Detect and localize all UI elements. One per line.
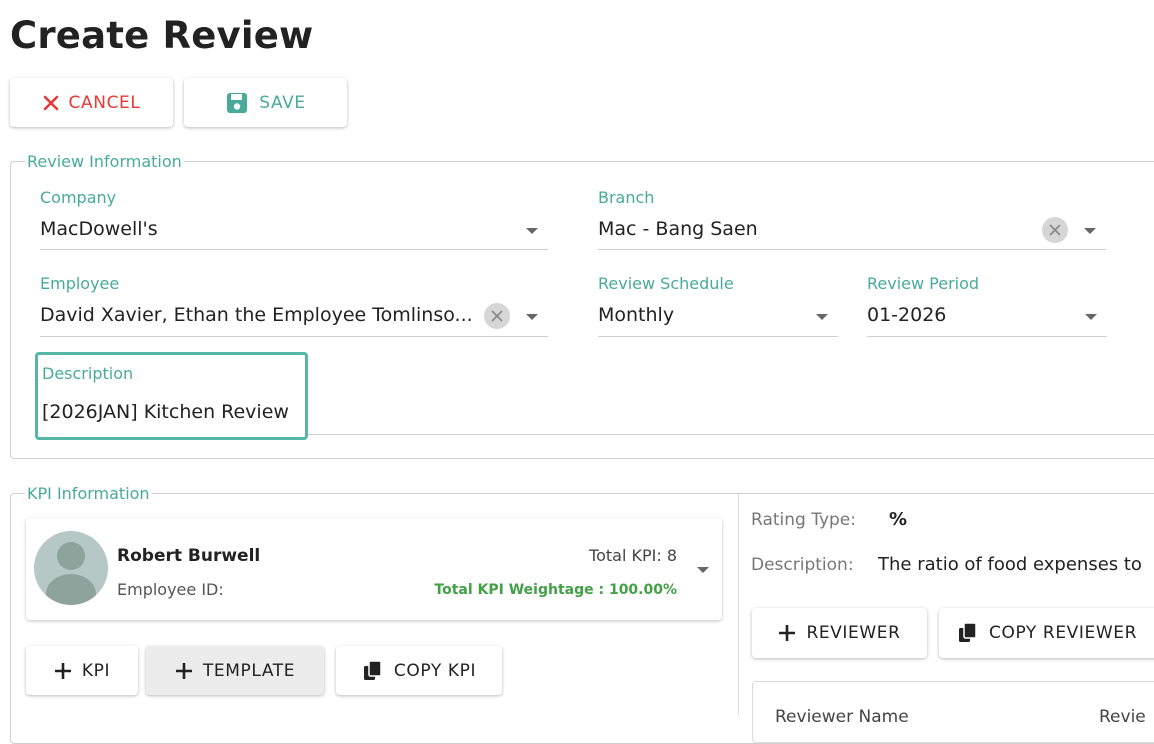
chevron-down-icon[interactable]	[697, 567, 709, 573]
kpi-description-value: The ratio of food expenses to	[878, 554, 1142, 575]
floppy-disk-icon	[225, 91, 249, 115]
copy-reviewer-label: COPY REVIEWER	[989, 623, 1138, 643]
copy-icon	[957, 622, 979, 644]
close-icon	[43, 95, 59, 111]
plus-icon	[778, 624, 796, 642]
review-period-label: Review Period	[867, 274, 980, 293]
employee-select[interactable]: Employee David Xavier, Ethan the Employe…	[40, 274, 548, 337]
branch-value: Mac - Bang Saen	[598, 218, 758, 240]
reviewer-table: Reviewer Name Revie	[752, 681, 1154, 743]
chevron-down-icon[interactable]	[526, 228, 538, 234]
kpi-information-legend: KPI Information	[27, 484, 150, 503]
review-period-select[interactable]: Review Period 01-2026	[867, 274, 1107, 337]
description-value[interactable]: [2026JAN] Kitchen Review	[42, 401, 289, 423]
save-label: SAVE	[259, 92, 306, 113]
plus-icon	[54, 662, 72, 680]
copy-reviewer-button[interactable]: COPY REVIEWER	[939, 608, 1154, 658]
company-value: MacDowell's	[40, 218, 158, 240]
rating-type-label: Rating Type:	[751, 510, 856, 530]
reviewer-name-header: Reviewer Name	[775, 707, 909, 727]
copy-icon	[362, 659, 384, 682]
employee-id-label: Employee ID:	[117, 580, 224, 599]
page-title: Create Review	[10, 14, 314, 57]
review-information-legend: Review Information	[27, 152, 182, 171]
cancel-label: CANCEL	[68, 92, 141, 113]
company-select[interactable]: Company MacDowell's	[40, 188, 548, 250]
review-column-header: Revie	[1099, 707, 1146, 727]
copy-kpi-label: COPY KPI	[393, 660, 477, 681]
add-template-button[interactable]: TEMPLATE	[146, 646, 324, 695]
clear-icon[interactable]	[484, 303, 510, 329]
save-button[interactable]: SAVE	[184, 78, 347, 127]
employee-card[interactable]: Robert Burwell Employee ID: Total KPI: 8…	[26, 518, 722, 620]
copy-kpi-button[interactable]: COPY KPI	[336, 646, 502, 695]
cancel-button[interactable]: CANCEL	[10, 78, 173, 127]
total-kpi-weightage: Total KPI Weightage : 100.00%	[434, 582, 677, 598]
plus-icon	[175, 662, 193, 680]
employee-value: David Xavier, Ethan the Employee Tomlins…	[40, 304, 473, 326]
branch-select[interactable]: Branch Mac - Bang Saen	[598, 188, 1106, 250]
company-label: Company	[40, 188, 117, 207]
clear-icon[interactable]	[1042, 217, 1068, 243]
chevron-down-icon[interactable]	[816, 314, 828, 320]
total-kpi: Total KPI: 8	[589, 546, 677, 565]
branch-label: Branch	[598, 188, 655, 207]
add-kpi-button[interactable]: KPI	[26, 646, 138, 695]
description-label: Description	[42, 364, 134, 383]
add-reviewer-label: REVIEWER	[806, 623, 901, 643]
kpi-divider	[738, 494, 739, 715]
employee-name: Robert Burwell	[117, 546, 261, 566]
employee-label: Employee	[40, 274, 120, 293]
rating-type-value: %	[889, 509, 908, 530]
review-schedule-value: Monthly	[598, 304, 675, 326]
add-kpi-label: KPI	[81, 660, 111, 681]
review-schedule-label: Review Schedule	[598, 274, 734, 293]
avatar	[34, 531, 108, 605]
review-period-value: 01-2026	[867, 304, 947, 326]
kpi-description-label: Description:	[751, 555, 854, 575]
chevron-down-icon[interactable]	[1084, 228, 1096, 234]
chevron-down-icon[interactable]	[1085, 314, 1097, 320]
chevron-down-icon[interactable]	[526, 314, 538, 320]
review-schedule-select[interactable]: Review Schedule Monthly	[598, 274, 838, 337]
add-reviewer-button[interactable]: REVIEWER	[752, 608, 927, 658]
description-field[interactable]: Description [2026JAN] Kitchen Review	[42, 364, 1154, 435]
add-template-label: TEMPLATE	[202, 660, 296, 681]
